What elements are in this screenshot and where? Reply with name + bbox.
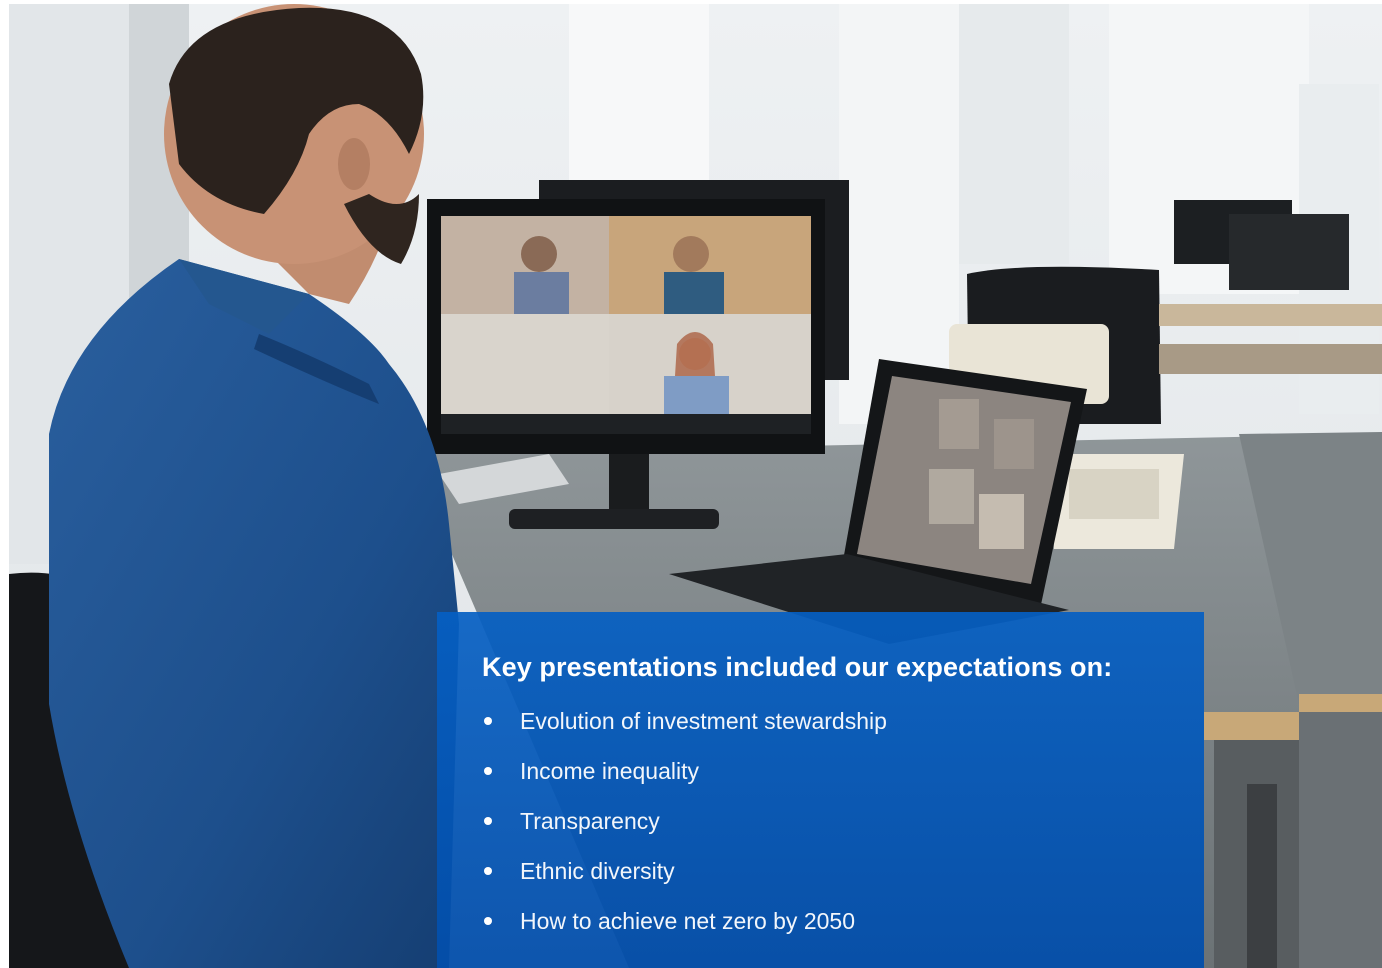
- list-item: How to achieve net zero by 2050: [482, 896, 1204, 946]
- list-item: Transparency: [482, 796, 1204, 846]
- list-item-text: Evolution of investment stewardship: [520, 708, 887, 734]
- list-item: Ethnic diversity: [482, 846, 1204, 896]
- list-item: Evolution of investment stewardship: [482, 696, 1204, 746]
- expectations-panel: Key presentations included our expectati…: [437, 612, 1204, 968]
- list-item-text: Transparency: [520, 808, 660, 834]
- list-item-text: Income inequality: [520, 758, 699, 784]
- bullet-icon: [484, 917, 492, 925]
- bullet-icon: [484, 717, 492, 725]
- expectations-list: Evolution of investment stewardship Inco…: [482, 696, 1204, 946]
- bullet-icon: [484, 767, 492, 775]
- bullet-icon: [484, 867, 492, 875]
- bullet-icon: [484, 817, 492, 825]
- list-item: Income inequality: [482, 746, 1204, 796]
- list-item-text: Ethnic diversity: [520, 858, 675, 884]
- list-item-text: How to achieve net zero by 2050: [520, 908, 855, 934]
- panel-title: Key presentations included our expectati…: [482, 652, 1113, 682]
